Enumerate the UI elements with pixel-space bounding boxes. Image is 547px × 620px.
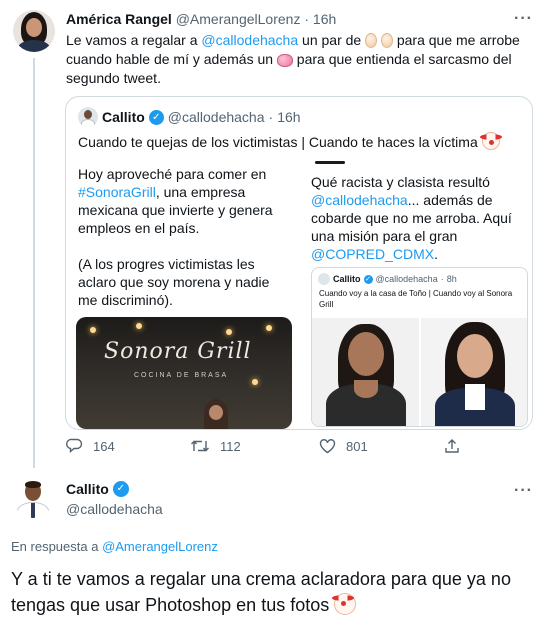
embedded-separator: · [440,274,444,284]
tweet1-more-options-icon[interactable]: ··· [514,10,533,28]
verified-badge-icon: ✓ [363,274,373,284]
reply-prefix: En respuesta a [11,539,103,554]
clown-emoji-icon [479,132,502,150]
share-button[interactable] [444,438,460,454]
left-image-hashtag: #SonoraGrill [78,184,156,200]
quote-text-body: Cuando te quejas de los victimistas | Cu… [78,134,478,150]
heart-icon [319,439,336,454]
tweet1-time[interactable]: 16h [313,11,336,27]
tweet1-text-part1: Le vamos a regalar a [66,32,202,48]
right-image-mention2: @COPRED_CDMX [311,246,435,262]
embedded-author-handle: @callodehacha [375,274,438,284]
restaurant-sign: Sonora Grill [104,339,252,364]
tweet1-actions: 164 112 801 [66,438,526,458]
embedded-tweet-card: Callito ✓ @callodehacha · 8h Cuando voy … [311,267,528,427]
embedded-tweet-text: Cuando voy a la casa de Toño | Cuando vo… [319,289,513,309]
quote-header: Callito ✓ @callodehacha · 16h [78,107,301,127]
reply-count: 164 [93,438,115,454]
tweet2-author-handle[interactable]: @callodehacha [66,501,163,517]
verified-badge-icon: ✓ [112,481,129,497]
quoted-tweet-card[interactable]: Callito ✓ @callodehacha · 16h Cuando te … [65,96,533,430]
embedded-avatar [318,273,330,285]
tweet1-avatar[interactable] [13,10,55,52]
restaurant-photo: Sonora Grill COCINA DE BRASA [76,317,292,429]
share-icon [445,439,459,453]
tweet2-avatar[interactable] [13,478,53,518]
right-image-text: Qué racista y clasista resultó @callodeh… [311,173,531,263]
tweet1-header: América Rangel @AmerangelLorenz · 16h [66,10,336,28]
tweet1-author-name[interactable]: América Rangel [66,11,172,27]
tweet2-text-body: Y a ti te vamos a regalar una crema acla… [11,569,511,615]
quote-time: 16h [277,109,301,125]
tweet2-author-name[interactable]: Callito [66,481,109,497]
tweet2-author[interactable]: Callito ✓ [66,481,129,497]
embedded-photo-right [421,318,527,426]
like-button[interactable]: 801 [319,438,368,454]
retweet-icon [191,440,209,452]
quote-author-avatar [78,107,98,127]
verified-badge-icon: ✓ [148,109,164,125]
quote-media[interactable]: Hoy aproveché para comer en #SonoraGrill… [66,157,532,429]
tweet1-text: Le vamos a regalar a @callodehacha un pa… [66,31,522,88]
egg-emoji-icon [380,33,393,48]
reply-context: En respuesta a @AmerangelLorenz [11,539,218,554]
like-count: 801 [346,438,368,454]
right-image-text-part3: . [434,246,439,262]
embedded-time: 8h [446,274,457,284]
tweet2-text: Y a ti te vamos a regalar una crema acla… [11,566,541,618]
embedded-tweet-header: Callito ✓ @callodehacha · 8h [318,273,457,285]
embedded-author-name: Callito [333,274,361,284]
retweet-count: 112 [220,438,241,454]
brain-emoji-icon [276,54,293,67]
quote-media-right-image[interactable]: Qué racista y clasista resultó @callodeh… [301,157,532,429]
quote-separator: · [268,109,274,125]
restaurant-sign-subtitle: COCINA DE BRASA [134,372,229,379]
left-image-text: Hoy aproveché para comer en #SonoraGrill… [78,165,288,327]
reply-button[interactable]: 164 [66,438,115,454]
reply-to-mention[interactable]: @AmerangelLorenz [102,539,218,554]
retweet-button[interactable]: 112 [190,438,241,454]
right-image-text-part1: Qué racista y clasista resultó [311,174,490,190]
thread-line [33,58,35,468]
quote-author-name: Callito [102,109,145,125]
right-image-mention1: @callodehacha [311,192,408,208]
quote-text: Cuando te quejas de los victimistas | Cu… [78,132,502,150]
left-image-para1-part1: Hoy aproveché para comer en [78,166,267,182]
tweet1-author-handle[interactable]: @AmerangelLorenz [176,11,301,27]
embedded-photo-left [312,318,419,426]
quote-author-handle: @callodehacha [167,109,265,125]
reply-icon [66,438,83,454]
quote-media-left-image[interactable]: Hoy aproveché para comer en #SonoraGrill… [66,157,299,429]
tweet1-mention[interactable]: @callodehacha [201,32,298,48]
clown-emoji-icon [332,593,357,615]
left-image-para2: (A los progres victimistas les aclaro qu… [78,256,270,308]
tweet1-text-part2: un par de [298,32,366,48]
tweet2-more-options-icon[interactable]: ··· [514,482,533,500]
tweet1-separator: · [304,11,310,27]
egg-emoji-icon [365,33,378,48]
